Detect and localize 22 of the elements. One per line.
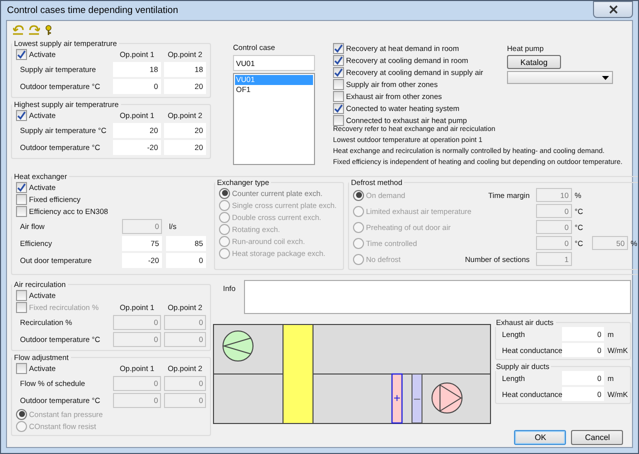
dropdown-arrow-icon: [602, 76, 609, 80]
undo-icon[interactable]: [13, 25, 24, 35]
check-mark-icon: [334, 104, 343, 112]
minus-sign: –: [414, 393, 420, 405]
katalog-button[interactable]: Katalog: [507, 55, 561, 69]
redo-icon[interactable]: [29, 25, 40, 35]
heater-coil: [391, 373, 403, 424]
ok-button[interactable]: OK: [514, 430, 566, 445]
close-button[interactable]: [593, 1, 633, 18]
heat-pump-dropdown[interactable]: [507, 71, 613, 84]
key-icon[interactable]: [45, 25, 52, 35]
check-mark-icon: [17, 110, 26, 120]
fan-icon: [432, 382, 462, 414]
check-mark-icon: [17, 50, 26, 58]
cancel-button[interactable]: Cancel: [571, 430, 624, 445]
check-mark-icon: [17, 182, 26, 192]
fan-icon: [222, 330, 254, 362]
info-field[interactable]: [244, 280, 632, 314]
cooler-coil: [412, 374, 422, 424]
plus-sign: +: [394, 391, 400, 405]
close-icon: [608, 4, 618, 14]
window-title: Control cases time depending ventilation: [6, 5, 178, 16]
